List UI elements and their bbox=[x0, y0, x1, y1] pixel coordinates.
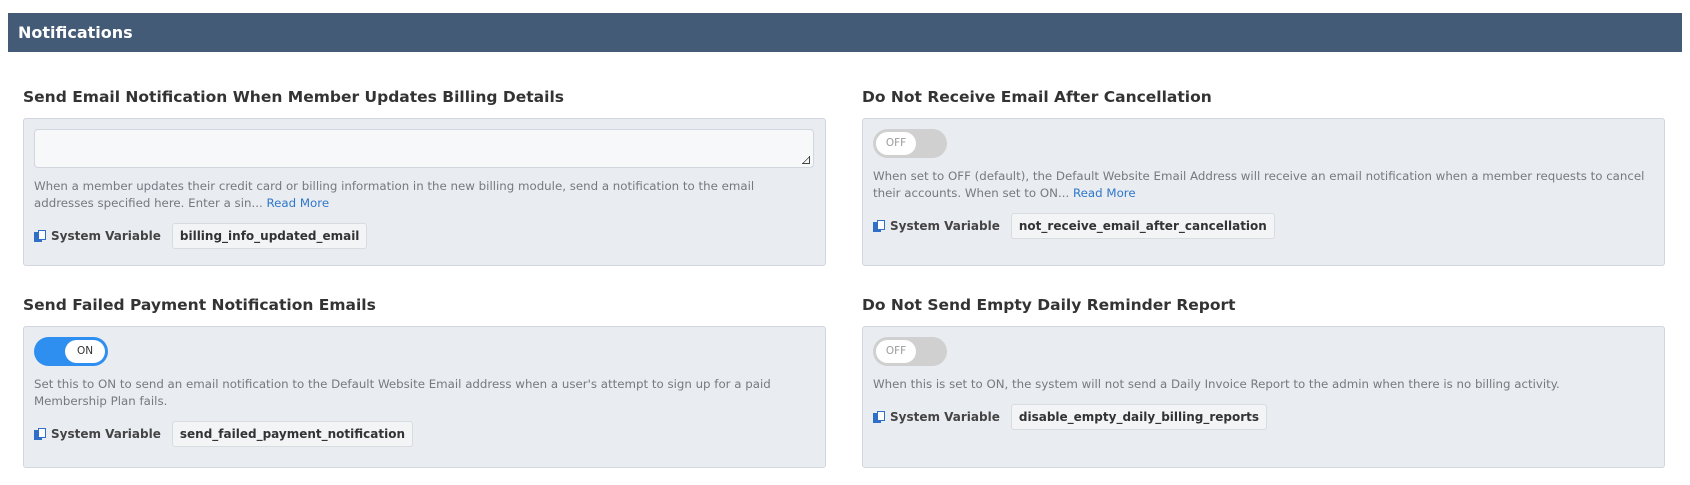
copy-icon[interactable] bbox=[873, 219, 886, 233]
copy-icon[interactable] bbox=[34, 427, 47, 441]
setting-panel: OFF When this is set to ON, the system w… bbox=[862, 326, 1665, 468]
setting-title: Do Not Send Empty Daily Reminder Report bbox=[862, 296, 1236, 314]
system-variable-label: System Variable bbox=[51, 427, 161, 441]
email-addresses-textarea[interactable] bbox=[34, 129, 814, 168]
setting-description: When set to OFF (default), the Default W… bbox=[873, 168, 1653, 202]
setting-description: Set this to ON to send an email notifica… bbox=[34, 376, 814, 410]
setting-title: Do Not Receive Email After Cancellation bbox=[862, 88, 1212, 106]
toggle-state-label: OFF bbox=[876, 132, 916, 155]
system-variable-value: disable_empty_daily_billing_reports bbox=[1010, 404, 1268, 430]
description-text: Set this to ON to send an email notifica… bbox=[34, 377, 771, 408]
setting-billing-info-updated-email: Send Email Notification When Member Upda… bbox=[23, 86, 826, 266]
setting-panel: When a member updates their credit card … bbox=[23, 118, 826, 266]
setting-title: Send Failed Payment Notification Emails bbox=[23, 296, 376, 314]
system-variable-value: billing_info_updated_email bbox=[171, 223, 368, 249]
toggle-switch[interactable]: OFF bbox=[873, 337, 947, 366]
description-text: When set to OFF (default), the Default W… bbox=[873, 169, 1645, 200]
setting-disable-empty-daily-billing-reports: Do Not Send Empty Daily Reminder Report … bbox=[862, 294, 1665, 468]
system-variable-row: System Variable not_receive_email_after_… bbox=[873, 213, 1654, 239]
setting-description: When a member updates their credit card … bbox=[34, 178, 814, 212]
system-variable-row: System Variable send_failed_payment_noti… bbox=[34, 421, 815, 447]
section-header: Notifications bbox=[8, 13, 1682, 52]
setting-send-failed-payment-notification: Send Failed Payment Notification Emails … bbox=[23, 294, 826, 468]
section-title: Notifications bbox=[18, 23, 133, 42]
system-variable-value: send_failed_payment_notification bbox=[171, 421, 414, 447]
setting-panel: ON Set this to ON to send an email notif… bbox=[23, 326, 826, 468]
setting-description: When this is set to ON, the system will … bbox=[873, 376, 1653, 393]
description-text: When a member updates their credit card … bbox=[34, 179, 755, 210]
copy-icon[interactable] bbox=[873, 410, 886, 424]
system-variable-label: System Variable bbox=[890, 410, 1000, 424]
system-variable-label: System Variable bbox=[51, 229, 161, 243]
copy-icon[interactable] bbox=[34, 229, 47, 243]
system-variable-row: System Variable disable_empty_daily_bill… bbox=[873, 404, 1654, 430]
toggle-state-label: OFF bbox=[876, 340, 916, 363]
setting-panel: OFF When set to OFF (default), the Defau… bbox=[862, 118, 1665, 266]
toggle-state-label: ON bbox=[65, 340, 105, 363]
setting-title: Send Email Notification When Member Upda… bbox=[23, 88, 564, 106]
setting-not-receive-email-after-cancellation: Do Not Receive Email After Cancellation … bbox=[862, 86, 1665, 266]
toggle-switch[interactable]: ON bbox=[34, 337, 108, 366]
system-variable-row: System Variable billing_info_updated_ema… bbox=[34, 223, 815, 249]
description-text: When this is set to ON, the system will … bbox=[873, 377, 1560, 391]
toggle-switch[interactable]: OFF bbox=[873, 129, 947, 158]
read-more-link[interactable]: Read More bbox=[1073, 186, 1136, 200]
system-variable-label: System Variable bbox=[890, 219, 1000, 233]
system-variable-value: not_receive_email_after_cancellation bbox=[1010, 213, 1275, 239]
read-more-link[interactable]: Read More bbox=[266, 196, 329, 210]
